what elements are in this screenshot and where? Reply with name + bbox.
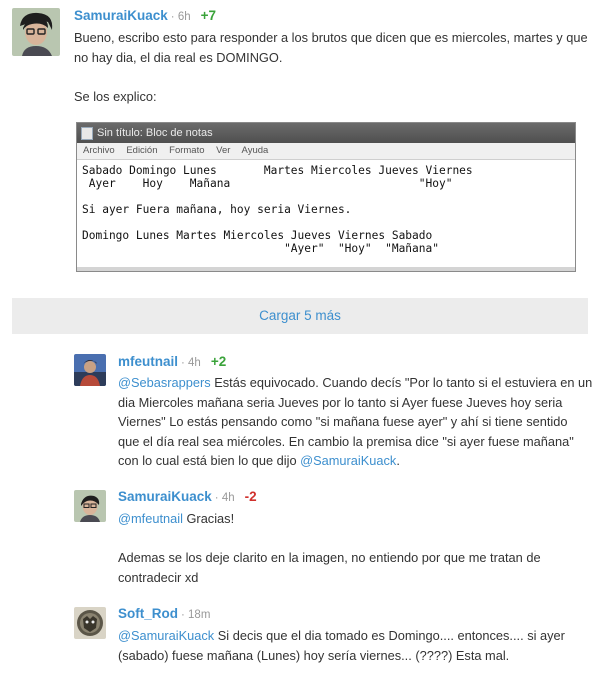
notepad-title: Sin título: Bloc de notas [97,127,213,139]
mention-link[interactable]: @SamuraiKuack [300,453,396,468]
comment-text: Bueno, escribo esto para responder a los… [74,30,588,104]
vote-count: -2 [244,489,257,504]
author-name[interactable]: Soft_Rod [118,606,178,621]
notepad-screenshot: Sin título: Bloc de notas Archivo Edició… [76,122,576,272]
notepad-titlebar: Sin título: Bloc de notas [77,123,575,143]
comment-text: @mfeutnail Gracias! Ademas se los deje c… [118,511,541,585]
author-name[interactable]: SamuraiKuack [118,489,212,504]
notepad-text: Sabado Domingo Lunes Martes Miercoles Ju… [82,164,473,255]
mention-link[interactable]: @mfeutnail [118,511,183,526]
notepad-menu: Archivo Edición Formato Ver Ayuda [77,143,575,160]
avatar[interactable] [12,8,60,56]
author-name[interactable]: SamuraiKuack [74,8,168,23]
avatar[interactable] [74,607,106,639]
author-name[interactable]: mfeutnail [118,354,178,369]
notepad-bottom-edge [77,267,575,271]
vote-count: +2 [210,354,227,369]
timestamp[interactable]: · 4h [215,492,235,504]
timestamp[interactable]: · 6h [171,11,191,23]
avatar[interactable] [74,490,106,522]
mention-link[interactable]: @Sebasrappers [118,375,211,390]
timestamp[interactable]: · 18m [181,609,210,621]
avatar[interactable] [74,354,106,386]
timestamp[interactable]: · 4h [181,357,201,369]
comment-text: @SamuraiKuack Si decis que el dia tomado… [118,628,565,663]
comment-text: @Sebasrappers Estás equivocado. Cuando d… [118,375,593,468]
notepad-icon [81,126,93,140]
load-more-button[interactable]: Cargar 5 más [12,298,588,334]
mention-link[interactable]: @SamuraiKuack [118,628,214,643]
vote-count: +7 [200,8,217,23]
